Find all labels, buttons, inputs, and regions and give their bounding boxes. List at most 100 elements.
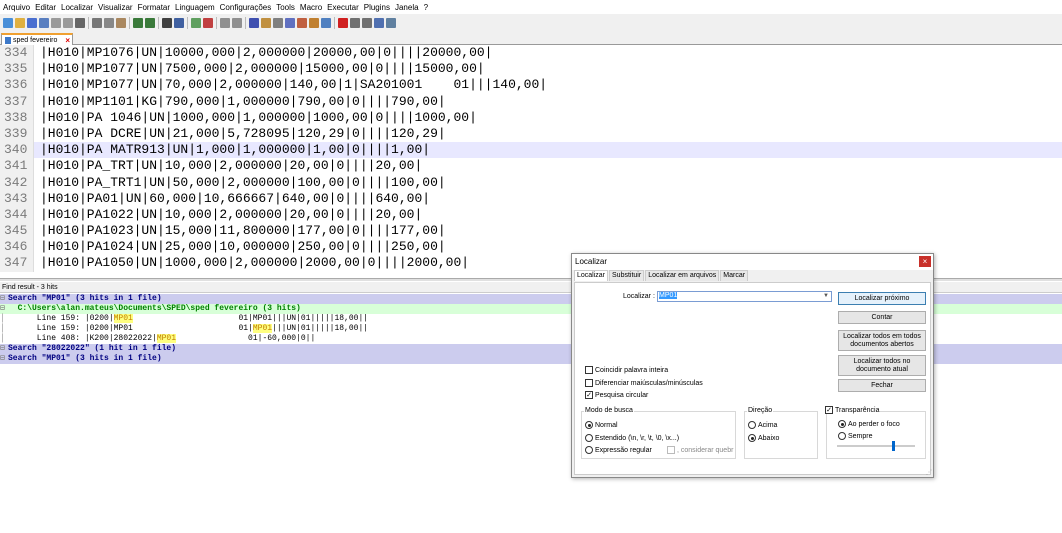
find-icon[interactable] (162, 17, 172, 28)
radio-dot (585, 421, 593, 429)
find-all-open-docs-button[interactable]: Localizar todos em todos documentos aber… (838, 330, 926, 351)
function-list-icon[interactable] (297, 17, 307, 28)
editor-line[interactable]: 339 |H010|PA DCRE|UN|21,000|5,728095|120,… (0, 125, 1062, 143)
save-macro-icon[interactable] (386, 17, 396, 28)
editor[interactable]: 334 |H010|MP1076|UN|10000,000|2,000000|20… (0, 45, 1062, 278)
wrap-around-checkbox[interactable]: ✓ Pesquisa circular (585, 391, 648, 399)
direction-up-radio[interactable]: Acima (748, 421, 777, 429)
mode-regex-radio[interactable]: Expressão regular (585, 446, 652, 454)
menu-macro[interactable]: Macro (300, 3, 322, 12)
editor-line[interactable]: 345 |H010|PA1023|UN|15,000|11,800000|177,… (0, 223, 1062, 240)
transparency-on-lose-focus-radio[interactable]: Ao perder o foco (838, 420, 900, 428)
line-number: 335 (0, 61, 34, 78)
close-icon[interactable] (51, 17, 61, 28)
close-button[interactable]: Fechar (838, 379, 926, 392)
editor-line[interactable]: 340 |H010|PA MATR913|UN|1,000|1,000000|1,… (0, 142, 1062, 159)
fold-toggle-icon[interactable]: ⊟ (0, 304, 8, 314)
doc-map-icon[interactable] (285, 17, 295, 28)
sync-h-icon[interactable] (232, 17, 242, 28)
toolbar-separator (187, 16, 188, 29)
tab-substituir[interactable]: Substituir (609, 270, 645, 281)
transparency-slider[interactable] (837, 441, 915, 451)
fold-toggle-icon[interactable]: ⊟ (0, 344, 8, 354)
zoom-out-icon[interactable] (203, 17, 213, 28)
menu-localizar[interactable]: Localizar (61, 3, 93, 12)
slider-thumb[interactable] (891, 441, 895, 451)
result-text: Search "MP01" (3 hits in 1 file) (8, 354, 162, 363)
cut-icon[interactable] (92, 17, 102, 28)
find-input-value: MP01 (659, 292, 678, 299)
tree-line: │ (0, 314, 5, 323)
menu-editar[interactable]: Editar (35, 3, 56, 12)
zoom-in-icon[interactable] (191, 17, 201, 28)
transparency-always-radio[interactable]: Sempre (838, 432, 873, 440)
menu-janela[interactable]: Janela (395, 3, 419, 12)
menu-tools[interactable]: Tools (276, 3, 295, 12)
menu-visualizar[interactable]: Visualizar (98, 3, 133, 12)
menu-formatar[interactable]: Formatar (138, 3, 170, 12)
editor-line[interactable]: 344 |H010|PA1022|UN|10,000|2,000000|20,00… (0, 206, 1062, 224)
find-input[interactable]: MP01 ▼ (657, 291, 832, 302)
editor-line[interactable]: 336 |H010|MP1077|UN|70,000|2,000000|140,0… (0, 77, 1062, 94)
menu-linguagem[interactable]: Linguagem (175, 3, 215, 12)
editor-line[interactable]: 337 |H010|MP1101|KG|790,000|1,000000|790,… (0, 93, 1062, 110)
tree-line: │ (0, 334, 5, 343)
dialog-title-bar[interactable]: Localizar × (572, 254, 933, 270)
record-macro-icon[interactable] (338, 17, 348, 28)
direction-down-radio[interactable]: Abaixo (748, 434, 779, 442)
monitor-icon[interactable] (321, 17, 331, 28)
new-file-icon[interactable] (3, 17, 13, 28)
menu-plugins[interactable]: Plugins (364, 3, 390, 12)
whole-word-checkbox[interactable]: Coincidir palavra inteira (585, 366, 668, 374)
mode-normal-radio[interactable]: Normal (585, 421, 618, 429)
copy-icon[interactable] (104, 17, 114, 28)
resize-grip-icon[interactable]: ⋰ (926, 469, 932, 476)
close-all-icon[interactable] (63, 17, 73, 28)
tab-marcar[interactable]: Marcar (720, 270, 749, 281)
tab-localizar-em-arquivos[interactable]: Localizar em arquivos (645, 270, 720, 281)
editor-line[interactable]: 342 |H010|PA_TRT1|UN|50,000|2,000000|100,… (0, 174, 1062, 191)
save-all-icon[interactable] (39, 17, 49, 28)
line-text: |H010|PA1023|UN|15,000|11,800000|177,00|… (40, 223, 446, 239)
close-tab-icon[interactable]: × (65, 36, 70, 45)
run-macro-icon[interactable] (374, 17, 384, 28)
save-icon[interactable] (27, 17, 37, 28)
paste-icon[interactable] (116, 17, 126, 28)
wrap-icon[interactable] (249, 17, 259, 28)
menu-arquivo[interactable]: Arquivo (3, 3, 30, 12)
tab-localizar[interactable]: Localizar (574, 270, 609, 281)
editor-line[interactable]: 341 |H010|PA_TRT|UN|10,000|2,000000|20,00… (0, 158, 1062, 175)
editor-line[interactable]: 338 |H010|PA 1046|UN|1000,000|1,000000|10… (0, 109, 1062, 126)
fold-toggle-icon[interactable]: ⊟ (0, 294, 8, 304)
dialog-close-button[interactable]: × (919, 256, 931, 267)
line-number: 343 (0, 190, 34, 207)
print-icon[interactable] (75, 17, 85, 28)
editor-line[interactable]: 335 |H010|MP1077|UN|7500,000|2,000000|150… (0, 61, 1062, 78)
transparency-checkbox[interactable]: ✓ Transparência (825, 406, 880, 414)
find-next-button[interactable]: Localizar próximo (838, 292, 926, 305)
open-file-icon[interactable] (15, 17, 25, 28)
all-chars-icon[interactable] (261, 17, 271, 28)
line-text: |H010|PA_TRT1|UN|50,000|2,000000|100,00|… (40, 174, 446, 190)
undo-icon[interactable] (133, 17, 143, 28)
count-button[interactable]: Contar (838, 311, 926, 324)
redo-icon[interactable] (145, 17, 155, 28)
find-all-current-doc-button[interactable]: Localizar todos no documento atual (838, 355, 926, 376)
indent-guide-icon[interactable] (273, 17, 283, 28)
menu-configura-es[interactable]: Configurações (220, 3, 272, 12)
match-case-checkbox[interactable]: Diferenciar maiúsculas/minúsculas (585, 379, 703, 387)
chevron-down-icon[interactable]: ▼ (823, 293, 829, 299)
editor-line[interactable]: 343 |H010|PA01|UN|60,000|10,666667|640,00… (0, 190, 1062, 207)
sync-v-icon[interactable] (220, 17, 230, 28)
replace-icon[interactable] (174, 17, 184, 28)
fold-toggle-icon[interactable]: ⊟ (0, 354, 8, 364)
play-macro-icon[interactable] (362, 17, 372, 28)
menu-[interactable]: ? (424, 3, 428, 12)
folder-workspace-icon[interactable] (309, 17, 319, 28)
editor-line[interactable]: 334 |H010|MP1076|UN|10000,000|2,000000|20… (0, 45, 1062, 62)
menu-executar[interactable]: Executar (327, 3, 359, 12)
dot-newline-checkbox[interactable]: , considerar quebr (667, 446, 733, 454)
mode-extended-radio[interactable]: Estendido (\n, \r, \t, \0, \x...) (585, 434, 679, 442)
tab-sped-fevereiro[interactable]: sped fevereiro × (1, 33, 73, 45)
stop-record-icon[interactable] (350, 17, 360, 28)
